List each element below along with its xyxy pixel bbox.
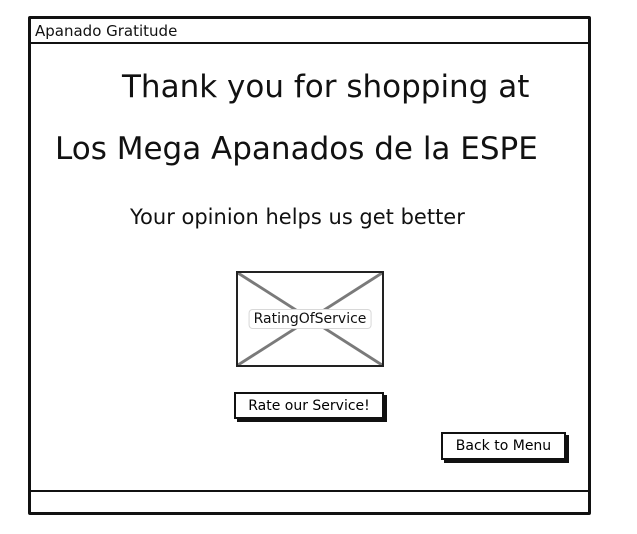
- window-titlebar: Apanado Gratitude: [31, 19, 588, 44]
- store-name-heading: Los Mega Apanados de la ESPE: [55, 131, 538, 167]
- window-title: Apanado Gratitude: [35, 21, 178, 40]
- rating-image-placeholder: RatingOfService: [236, 271, 384, 367]
- opinion-subheading: Your opinion helps us get better: [130, 205, 465, 229]
- image-placeholder-label: RatingOfService: [248, 309, 372, 329]
- window-statusbar: [31, 490, 588, 512]
- app-window: Apanado Gratitude Thank you for shopping…: [28, 16, 591, 515]
- thank-you-heading: Thank you for shopping at: [122, 69, 530, 105]
- back-to-menu-button[interactable]: Back to Menu: [441, 432, 566, 460]
- rate-service-button[interactable]: Rate our Service!: [234, 392, 384, 419]
